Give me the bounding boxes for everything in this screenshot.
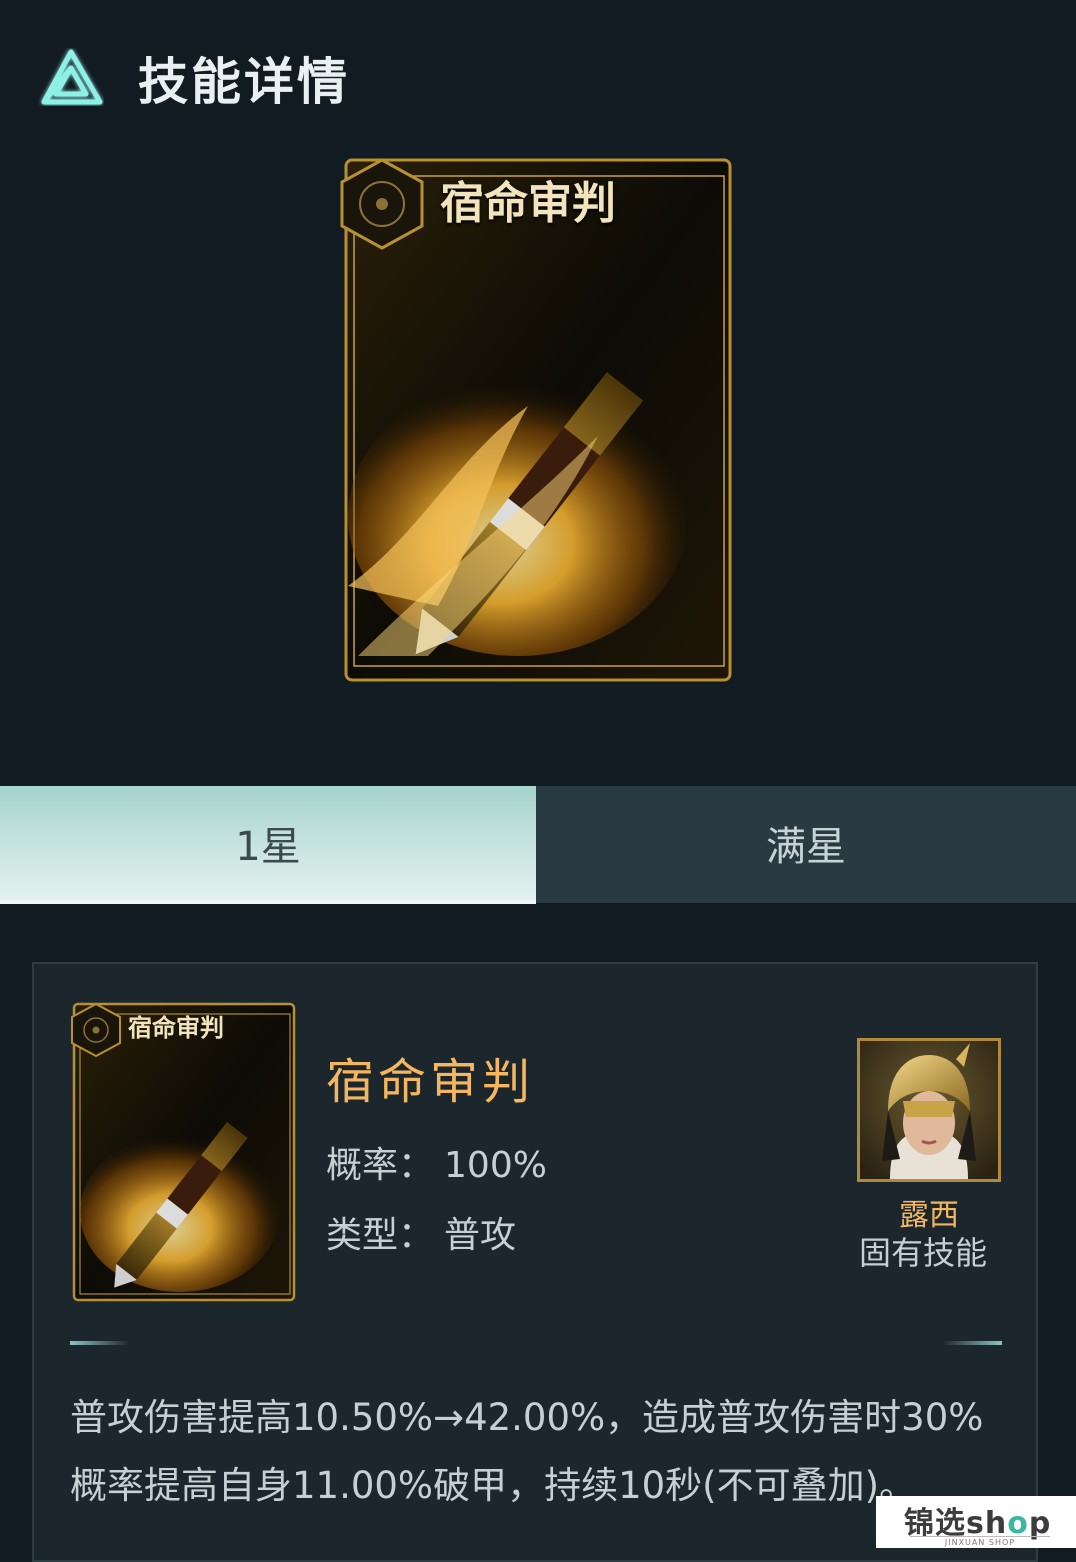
- watermark-subtitle: JINXUAN SHOP: [910, 1536, 1050, 1547]
- tab-label: 1星: [235, 824, 301, 870]
- hero-portrait-image: [860, 1041, 998, 1179]
- skill-description: 普攻伤害提高10.50%→42.00%，造成普攻伤害时30% 概率提高自身11.…: [70, 1384, 1010, 1520]
- tab-max-star[interactable]: 满星: [536, 786, 1076, 900]
- tab-1-star[interactable]: 1星: [0, 786, 536, 900]
- skill-card-small: 宿命审判: [71, 1002, 296, 1302]
- rate-label: 概率：: [326, 1145, 435, 1186]
- rate-row: 概率： 100%: [326, 1136, 547, 1188]
- tab-label: 满星: [766, 824, 846, 870]
- header: 技能详情: [0, 0, 1076, 150]
- description-line-2: 概率提高自身11.00%破甲，持续10秒(不可叠加)。: [70, 1464, 917, 1507]
- skill-name: 宿命审判: [326, 1054, 535, 1110]
- hero-skill-type: 固有技能: [858, 1234, 987, 1272]
- card-title-small: 宿命审判: [128, 1013, 224, 1042]
- type-row: 类型： 普攻: [326, 1206, 516, 1258]
- watermark: 锦选shop JINXUAN SHOP: [876, 1496, 1076, 1548]
- divider: [70, 1341, 1002, 1345]
- card-title: 宿命审判: [440, 178, 616, 229]
- rate-value: 100%: [444, 1145, 547, 1186]
- type-value: 普攻: [444, 1215, 517, 1256]
- type-label: 类型：: [326, 1215, 435, 1256]
- description-line-1: 普攻伤害提高10.50%→42.00%，造成普攻伤害时30%: [70, 1396, 984, 1439]
- tab-divider: [536, 900, 1076, 903]
- active-tab-indicator: [0, 900, 536, 904]
- star-tabs: 1星 满星: [0, 786, 1076, 906]
- skill-card-large: 宿命审判: [340, 158, 732, 682]
- page-title: 技能详情: [138, 53, 350, 111]
- hero-avatar[interactable]: [857, 1038, 1001, 1182]
- triangle-logo-icon: [41, 49, 103, 105]
